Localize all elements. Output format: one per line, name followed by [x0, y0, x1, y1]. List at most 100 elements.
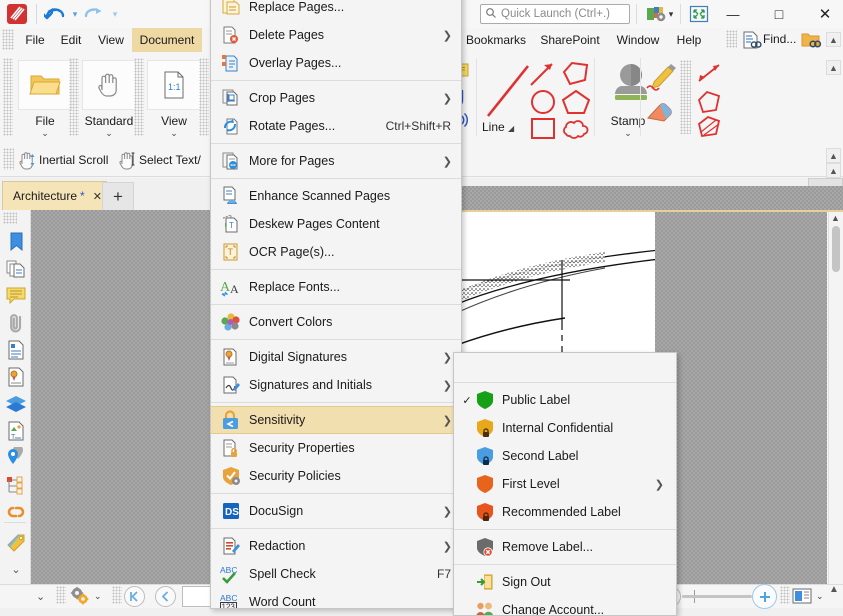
find-in-folder-icon[interactable]	[800, 30, 822, 50]
menu-item-ocr-pages[interactable]: T OCR Page(s)...	[211, 238, 461, 266]
undo-button[interactable]	[40, 2, 70, 26]
ribbon-group-file[interactable]: File ⌄	[14, 56, 76, 140]
links-icon[interactable]	[4, 498, 28, 525]
settings-chevron-down-icon[interactable]: ⌄	[94, 586, 102, 606]
menu-item-replace-fonts[interactable]: AA Replace Fonts...	[211, 273, 461, 301]
menu-item-more-for-pages[interactable]: More for Pages ❯	[211, 147, 461, 175]
new-tab-button[interactable]: +	[102, 182, 134, 211]
statusbar-more-button[interactable]: ⌄	[36, 586, 45, 606]
attachments-icon[interactable]	[4, 309, 28, 336]
inertial-scroll-button[interactable]: Inertial Scroll	[16, 148, 108, 172]
navigation-pane-handle[interactable]	[3, 212, 17, 224]
toolbar-scroll-up-button[interactable]: ▲	[826, 148, 841, 163]
menu-item-rotate-pages[interactable]: Rotate Pages... Ctrl+Shift+R	[211, 112, 461, 140]
redo-dropdown-chevron-down-icon[interactable]: ▾	[108, 2, 122, 26]
polygon-tool-icon[interactable]	[560, 60, 592, 91]
signatures-icon[interactable]	[4, 363, 28, 390]
menu-item-spell-check[interactable]: ABC Spell Check F7	[211, 560, 461, 588]
menu-item-word-count[interactable]: ABC 123 Word Count	[211, 588, 461, 608]
find-toolbar-drag-handle[interactable]	[726, 30, 737, 48]
menu-item-crop-pages[interactable]: Crop Pages ❯	[211, 84, 461, 112]
chevron-double-down-icon[interactable]: ⌄	[4, 556, 28, 583]
menu-item-deskew-pages-content[interactable]: T Deskew Pages Content	[211, 210, 461, 238]
menu-item-redaction[interactable]: Redaction ❯	[211, 532, 461, 560]
layout-chevron-down-icon[interactable]: ⌄	[816, 586, 824, 606]
form-fields-icon[interactable]	[4, 471, 28, 498]
menu-item-security-policies[interactable]: Security Policies	[211, 462, 461, 490]
pentagon-tool-icon[interactable]	[560, 88, 592, 119]
menu-item-file[interactable]: File	[18, 28, 52, 52]
menu-item-digital-signatures[interactable]: Digital Signatures ❯	[211, 343, 461, 371]
find-document-icon[interactable]	[740, 30, 762, 50]
redo-button[interactable]	[80, 2, 110, 26]
menu-item-security-properties[interactable]: Security Properties	[211, 434, 461, 462]
menu-item-edit[interactable]: Edit	[52, 28, 90, 52]
page-layout-button[interactable]	[792, 586, 812, 606]
comments-icon[interactable]	[4, 282, 28, 309]
close-window-button[interactable]: ✕	[802, 0, 843, 28]
rectangle-tool-icon[interactable]	[528, 116, 558, 145]
customize-dropdown-chevron-down-icon[interactable]: ▾	[664, 2, 678, 26]
stamp-chevron-down-icon[interactable]: ⌄	[598, 128, 658, 139]
menu-item-sensitivity[interactable]: Sensitivity ❯	[211, 406, 461, 434]
menu-item-delete-pages[interactable]: Delete Pages ❯	[211, 21, 461, 49]
chevron-down-icon[interactable]: ⌄	[170, 129, 178, 138]
secondary-toolbar-handle[interactable]	[3, 148, 14, 170]
bookmarks-icon[interactable]	[4, 228, 28, 255]
menu-item-replace-pages[interactable]: Replace Pages...	[211, 0, 461, 21]
toolbar-scroll-down-button[interactable]: ▲	[826, 163, 841, 178]
fields-icon[interactable]	[4, 444, 28, 471]
statusbar-scroll-icon[interactable]: ▲	[829, 584, 839, 595]
menu-item-docusign[interactable]: DS DocuSign ❯	[211, 497, 461, 525]
ellipse-tool-icon[interactable]	[528, 88, 558, 119]
ribbon-scroll-up-button[interactable]: ▲	[826, 60, 841, 75]
menu-item-signatures-and-initials[interactable]: Signatures and Initials ❯	[211, 371, 461, 399]
ribbon-group-handle-next[interactable]	[199, 58, 209, 136]
chevron-down-icon[interactable]: ⌄	[105, 129, 113, 138]
select-text-button[interactable]: Select Text/	[116, 148, 201, 172]
measure-tools-handle[interactable]	[680, 60, 691, 134]
scrollbar-thumb[interactable]	[832, 226, 840, 272]
tab-close-icon[interactable]: ✕	[93, 190, 102, 203]
submenu-item-internal-confidential[interactable]: Internal Confidential	[454, 414, 676, 442]
minimize-button[interactable]: —	[710, 0, 756, 28]
submenu-item-recommended-label[interactable]: Recommended Label	[454, 498, 676, 526]
chevron-down-icon[interactable]: ⌄	[41, 129, 49, 138]
previous-page-button[interactable]	[155, 586, 176, 607]
menu-item-window[interactable]: Window	[608, 28, 668, 52]
ribbon-group-view[interactable]: 1:1 View ⌄	[143, 56, 205, 140]
document-tab-architecture[interactable]: Architecture * ✕	[2, 181, 107, 210]
area-measure-icon[interactable]	[694, 114, 724, 143]
statusbar-handle-2[interactable]	[112, 586, 122, 604]
submenu-item-first-level[interactable]: First Level ❯	[454, 470, 676, 498]
arrow-tool-icon[interactable]	[528, 60, 558, 91]
maximize-button[interactable]: □	[756, 0, 802, 28]
menubar-drag-handle[interactable]	[2, 29, 14, 50]
stamps-palette-icon[interactable]	[4, 528, 28, 555]
zoom-slider-track[interactable]	[682, 595, 752, 598]
layers-icon[interactable]	[4, 390, 28, 417]
eraser-tool-icon[interactable]	[644, 98, 676, 127]
menu-item-help[interactable]: Help	[668, 28, 710, 52]
document-canvas-right[interactable]	[655, 212, 827, 584]
quick-launch-input[interactable]: Quick Launch (Ctrl+.)	[480, 4, 630, 24]
ribbon-group-handle-file[interactable]	[3, 58, 13, 136]
thumbnails-icon[interactable]	[4, 255, 28, 282]
statusbar-handle-1[interactable]	[56, 586, 66, 604]
first-page-button[interactable]	[124, 586, 145, 607]
document-dropdown-menu[interactable]: Replace Pages... Delete Pages ❯ Overlay …	[210, 0, 462, 609]
zoom-in-button[interactable]	[752, 584, 777, 609]
ribbon-group-standard[interactable]: Standard ⌄	[78, 56, 140, 140]
line-tool-chevron-down-icon[interactable]: ◢	[508, 124, 514, 133]
menu-item-overlay-pages[interactable]: Overlay Pages...	[211, 49, 461, 77]
menu-item-convert-colors[interactable]: Convert Colors	[211, 308, 461, 336]
content-icon[interactable]	[4, 336, 28, 363]
pencil-tool-icon[interactable]	[644, 62, 678, 95]
sensitivity-submenu[interactable]: ✓ Public Label Internal Confidential Sec…	[453, 352, 677, 616]
menu-item-view[interactable]: View	[90, 28, 132, 52]
ribbon-collapse-button[interactable]: ▲	[826, 32, 841, 47]
find-label[interactable]: Find...	[763, 32, 796, 46]
submenu-item-second-label[interactable]: Second Label	[454, 442, 676, 470]
named-destinations-icon[interactable]: T	[4, 417, 28, 444]
statusbar-handle-3[interactable]	[780, 586, 790, 604]
